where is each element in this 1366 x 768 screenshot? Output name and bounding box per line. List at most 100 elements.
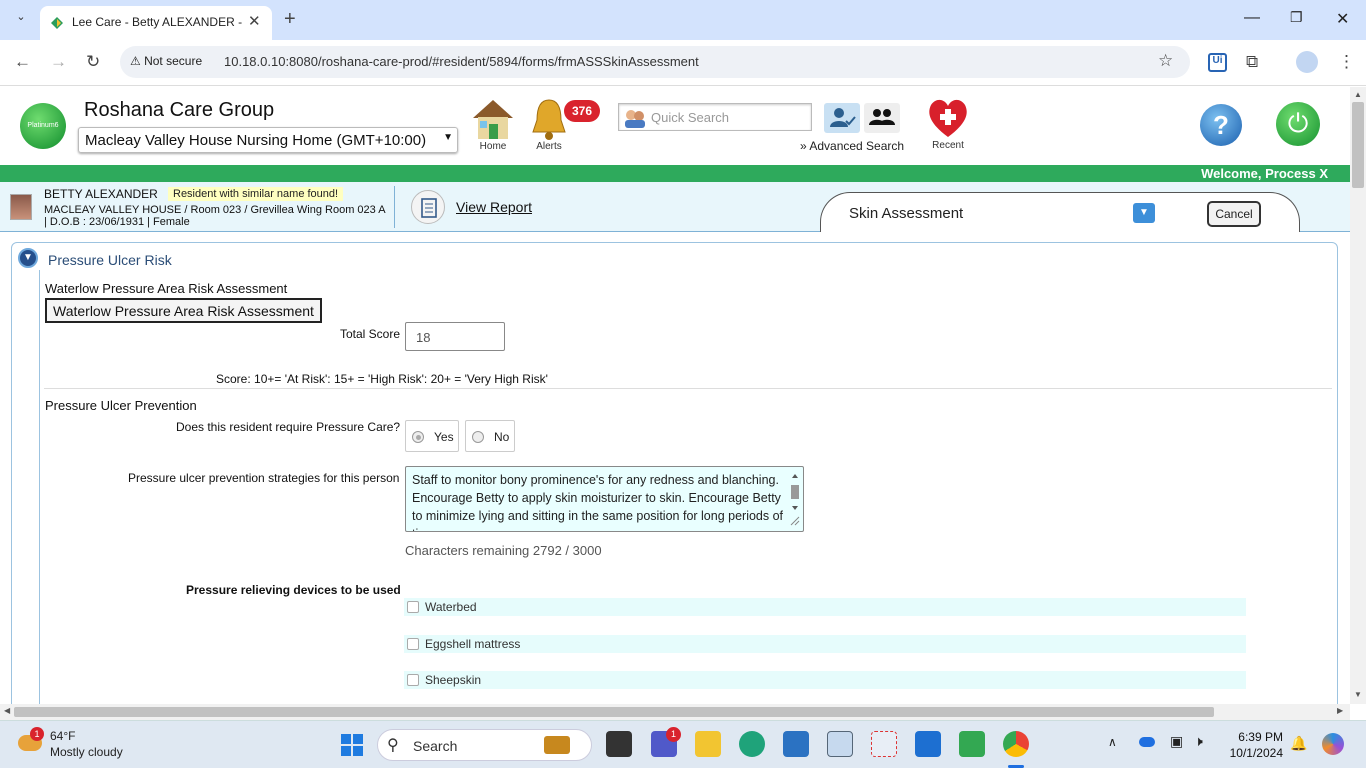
yes-radio[interactable]: Yes: [405, 420, 459, 452]
scroll-down-icon[interactable]: ▼: [1354, 690, 1362, 699]
chrome-icon[interactable]: [1003, 731, 1029, 757]
browser-tab[interactable]: Lee Care - Betty ALEXANDER - Skin Assess…: [40, 6, 272, 40]
radio-unselected-icon: [472, 431, 484, 443]
windows-start-icon[interactable]: [340, 733, 364, 757]
cancel-button[interactable]: Cancel: [1207, 201, 1261, 227]
notepad-icon[interactable]: [783, 731, 809, 757]
taskbar-search[interactable]: ⚲ Search: [377, 729, 592, 761]
help-icon[interactable]: ?: [1200, 104, 1242, 146]
volume-muted-icon[interactable]: 🕨: [1194, 733, 1203, 750]
resident-name: BETTY ALEXANDER: [44, 187, 158, 201]
file-explorer-icon[interactable]: [695, 731, 721, 757]
taskbar: 1 64°F Mostly cloudy ⚲ Search 1 ∧ ▣ 🕨 6:…: [0, 720, 1366, 768]
device-option-sheepskin[interactable]: Sheepskin: [404, 671, 1246, 689]
total-score-field[interactable]: 18: [405, 322, 505, 351]
devices-label: Pressure relieving devices to be used: [186, 583, 401, 597]
bookmark-star-icon[interactable]: ☆: [1158, 51, 1173, 71]
time: 6:39 PM: [1238, 730, 1283, 744]
score-legend: Score: 10+= 'At Risk': 15+ = 'High Risk'…: [216, 372, 548, 386]
facility-value: Macleay Valley House Nursing Home (GMT+1…: [85, 132, 427, 149]
task-view-icon[interactable]: [606, 731, 632, 757]
report-icon[interactable]: [411, 190, 445, 224]
profile-icon[interactable]: [1296, 51, 1318, 73]
alerts-count-badge: 376: [564, 100, 600, 122]
uipath-extension-icon[interactable]: Ui: [1208, 53, 1227, 72]
device-option-waterbed[interactable]: Waterbed: [404, 598, 1246, 616]
waterlow-button[interactable]: Waterlow Pressure Area Risk Assessment: [45, 298, 322, 323]
strategies-textarea[interactable]: Staff to monitor bony prominence's for a…: [405, 466, 804, 532]
extensions-icon[interactable]: ⧉: [1246, 52, 1258, 72]
s-app-icon[interactable]: [915, 731, 941, 757]
teams-badge: 1: [666, 727, 681, 742]
advanced-search-link[interactable]: » Advanced Search: [800, 139, 904, 153]
characters-remaining: Characters remaining 2792 / 3000: [405, 543, 602, 558]
section-divider: [44, 388, 1332, 389]
textarea-scrollbar[interactable]: [789, 471, 801, 527]
radio-selected-icon: [412, 431, 424, 443]
panel-title[interactable]: Pressure Ulcer Risk: [48, 252, 172, 268]
not-secure-indicator[interactable]: ⚠ Not secure: [130, 54, 202, 68]
no-radio[interactable]: No: [465, 420, 515, 452]
view-report-link[interactable]: View Report: [456, 199, 532, 215]
restore-icon[interactable]: ❐: [1290, 9, 1303, 26]
not-secure-label: Not secure: [144, 54, 203, 68]
welcome-text: Welcome, Process X: [1201, 166, 1328, 181]
search-icon: ⚲: [387, 737, 399, 754]
yes-label: Yes: [434, 430, 454, 444]
checkbox[interactable]: [407, 638, 419, 650]
minimize-icon[interactable]: —: [1244, 9, 1260, 27]
device-label: Sheepskin: [425, 673, 482, 687]
reload-icon[interactable]: ↻: [86, 52, 100, 72]
form-dropdown-icon[interactable]: ▼: [1133, 203, 1155, 223]
waterlow-heading: Waterlow Pressure Area Risk Assessment: [45, 281, 288, 296]
checkbox[interactable]: [407, 674, 419, 686]
close-window-icon[interactable]: ✕: [1336, 9, 1349, 29]
weather-widget[interactable]: 1 64°F Mostly cloudy: [18, 727, 138, 763]
recent-button[interactable]: Recent: [924, 95, 972, 151]
quick-search-input[interactable]: Quick Search: [618, 103, 812, 131]
home-icon: [473, 100, 513, 139]
chart-app-icon[interactable]: [827, 731, 853, 757]
edge-icon[interactable]: [739, 731, 765, 757]
briefcase-icon: [544, 736, 570, 754]
clock[interactable]: 6:39 PM 10/1/2024: [1228, 729, 1283, 761]
tab-search-icon[interactable]: ⌄: [12, 10, 30, 28]
resident-avatar: [10, 194, 32, 220]
snipping-tool-icon[interactable]: [871, 731, 897, 757]
home-button[interactable]: Home: [470, 96, 516, 152]
collapse-chevron-icon[interactable]: ▼: [18, 248, 38, 268]
url-text[interactable]: 10.18.0.10:8080/roshana-care-prod/#resid…: [224, 54, 699, 69]
horizontal-scroll-thumb[interactable]: [14, 707, 1214, 717]
chevron-up-icon[interactable]: ∧: [1108, 735, 1117, 749]
dropdown-arrow-icon: ▼: [443, 132, 453, 143]
logout-power-icon[interactable]: ⏻: [1276, 102, 1320, 146]
network-icon[interactable]: ▣: [1170, 733, 1183, 750]
address-bar[interactable]: ⚠ Not secure 10.18.0.10:8080/roshana-car…: [120, 46, 1190, 78]
scroll-left-icon[interactable]: ◀: [4, 706, 10, 715]
vertical-scroll-thumb[interactable]: [1352, 102, 1364, 188]
media-app-icon[interactable]: [959, 731, 985, 757]
device-option-eggshell[interactable]: Eggshell mattress: [404, 635, 1246, 653]
checkbox[interactable]: [407, 601, 419, 613]
weather-condition: Mostly cloudy: [50, 745, 123, 759]
notification-bell-icon[interactable]: 🔔: [1290, 735, 1307, 752]
platinum-logo: Platinum6: [20, 103, 66, 149]
heart-icon: [929, 99, 967, 137]
bell-icon: [532, 99, 566, 140]
staff-search-icon[interactable]: [864, 103, 900, 133]
strategies-label: Pressure ulcer prevention strategies for…: [128, 471, 400, 485]
facility-select[interactable]: Macleay Valley House Nursing Home (GMT+1…: [78, 127, 458, 153]
resident-search-icon[interactable]: [824, 103, 860, 133]
new-tab-button[interactable]: +: [284, 8, 296, 31]
scroll-right-icon[interactable]: ▶: [1337, 706, 1343, 715]
menu-icon[interactable]: ⋮: [1338, 52, 1355, 72]
onedrive-icon[interactable]: [1139, 737, 1155, 747]
scroll-up-icon[interactable]: ▲: [1354, 90, 1362, 99]
copilot-icon[interactable]: [1322, 733, 1344, 755]
close-tab-icon[interactable]: ✕: [248, 12, 261, 30]
alerts-button[interactable]: Alerts: [528, 96, 570, 152]
date: 10/1/2024: [1229, 746, 1283, 760]
browser-tab-bar: ⌄ Lee Care - Betty ALEXANDER - Skin Asse…: [0, 0, 1366, 40]
forward-icon[interactable]: →: [50, 52, 67, 72]
back-icon[interactable]: ←: [14, 52, 31, 72]
